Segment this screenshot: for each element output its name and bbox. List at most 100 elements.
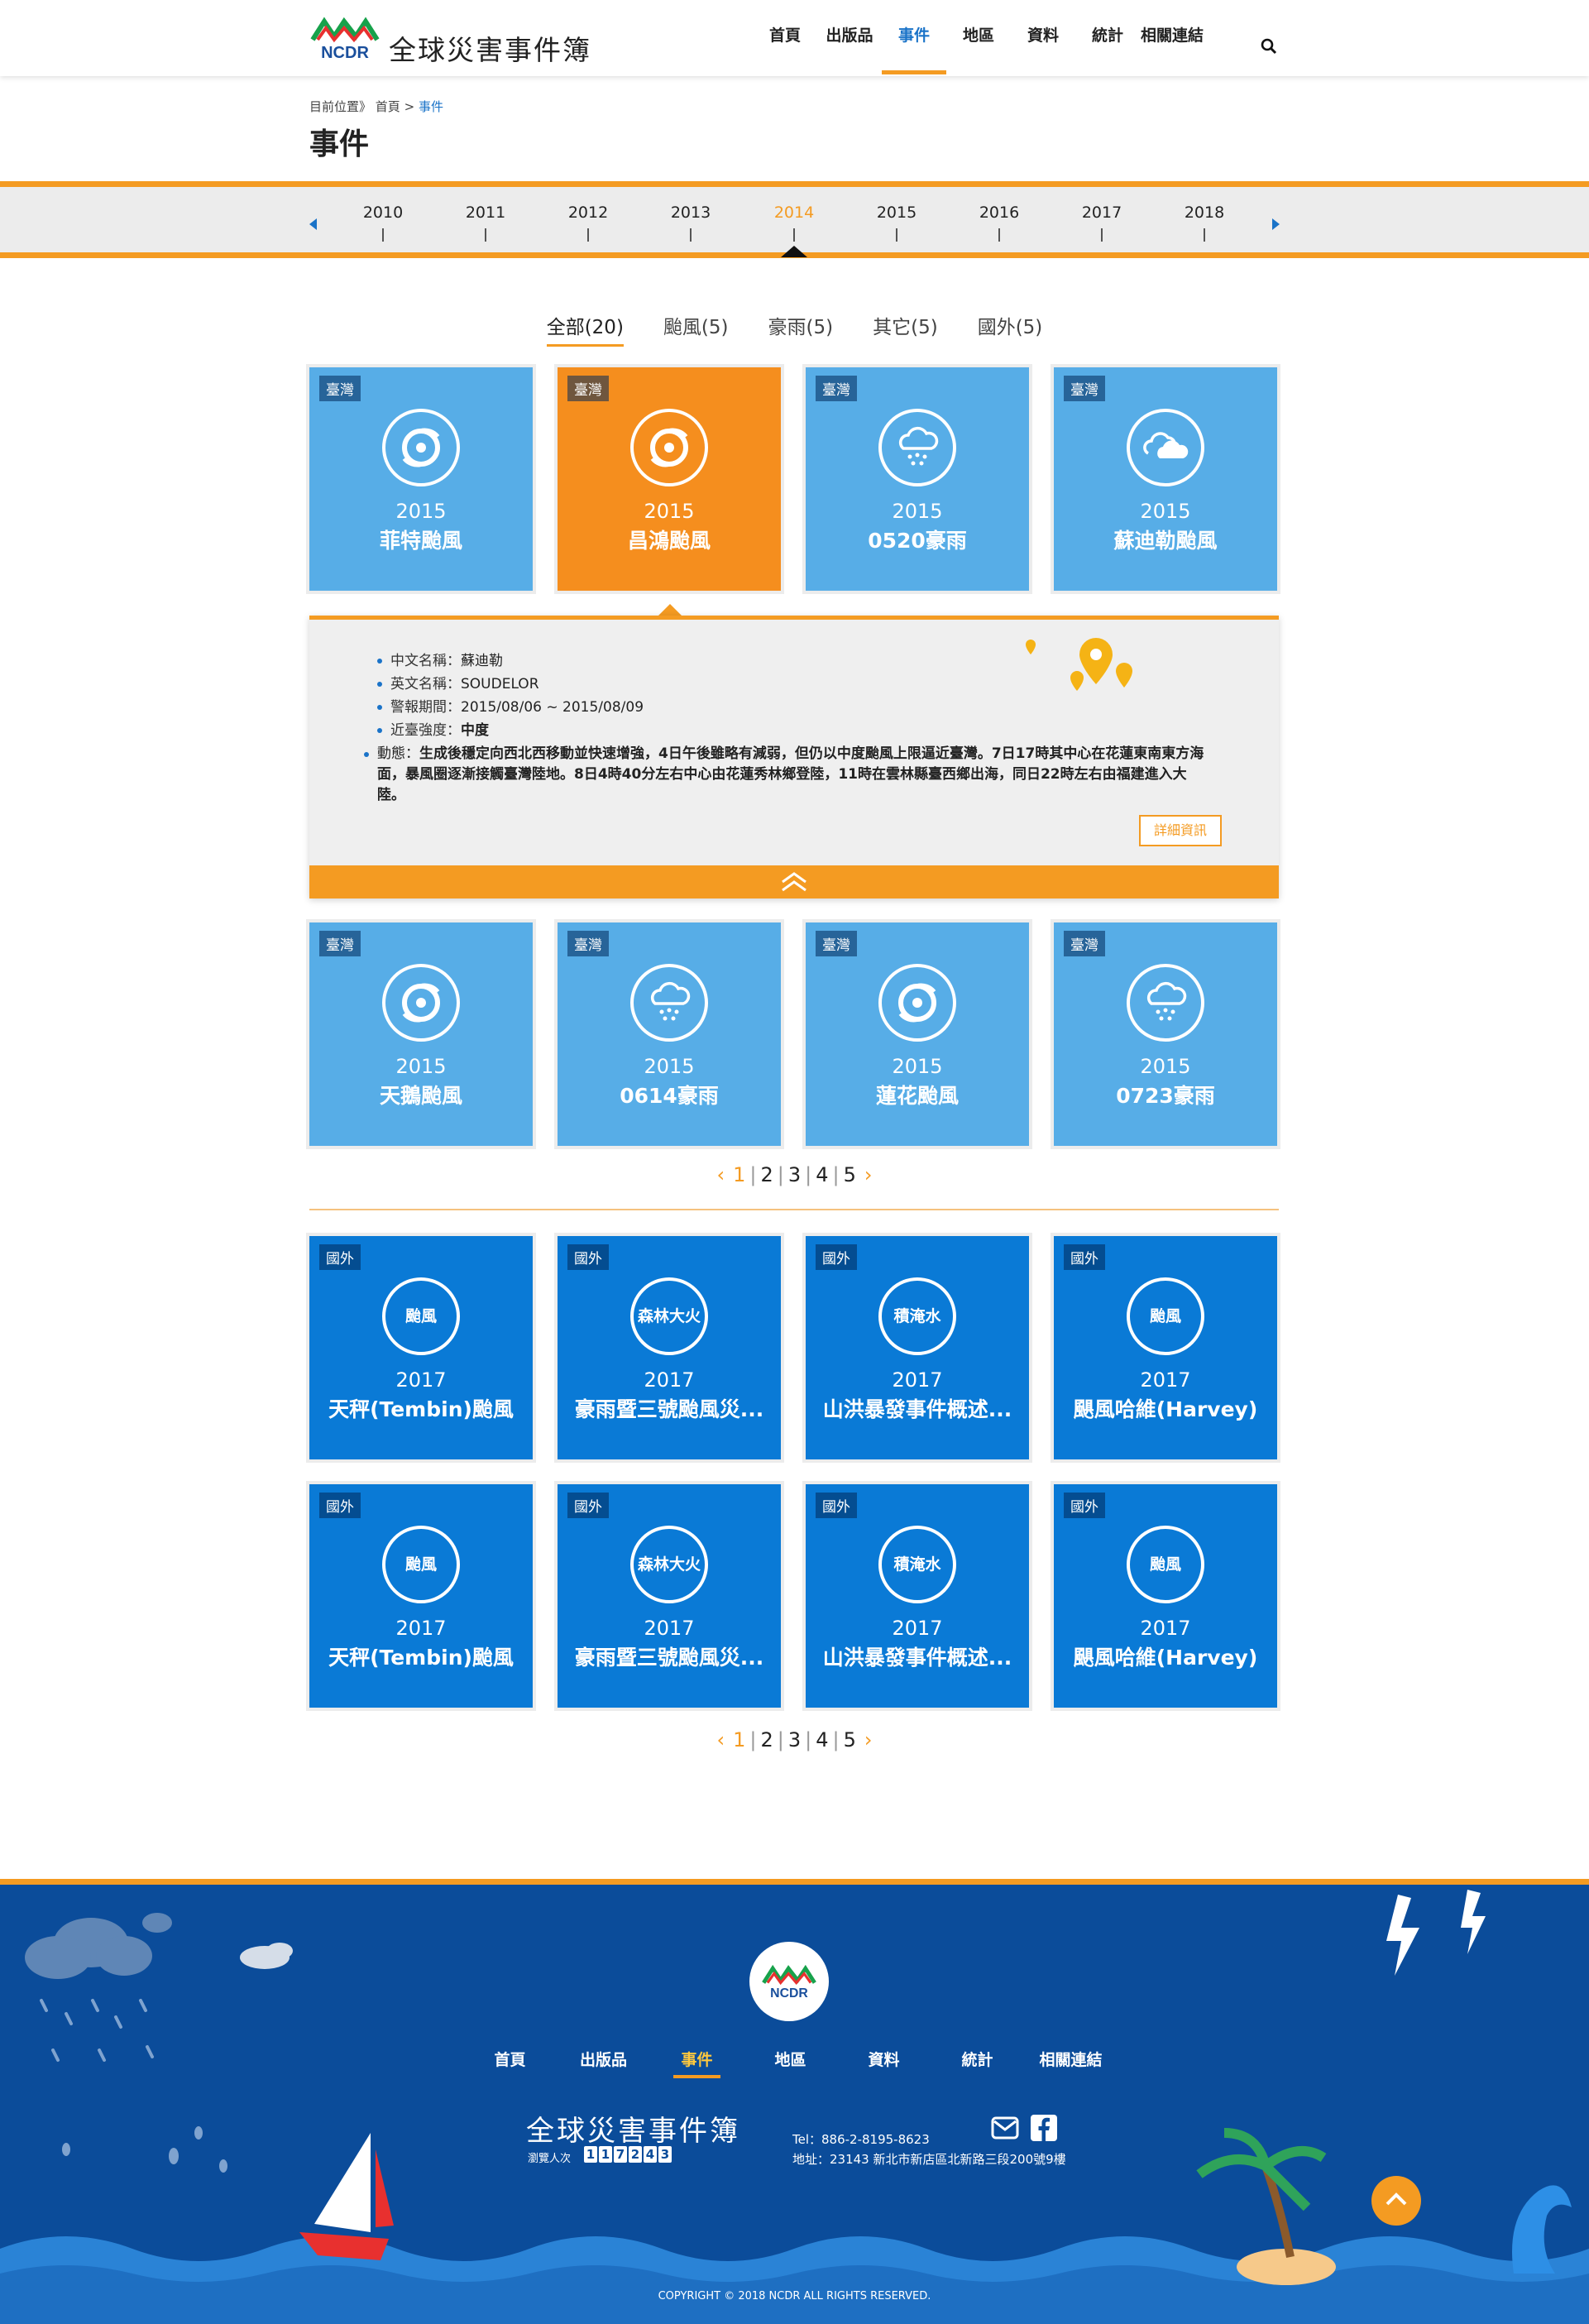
- timeline-year-2016[interactable]: 2016: [958, 204, 1041, 222]
- event-name: 昌鴻颱風: [627, 529, 711, 553]
- bullet-icon: [377, 728, 382, 733]
- breadcrumb-home[interactable]: 首頁: [376, 99, 400, 114]
- foreign-event-card[interactable]: 國外 颱風 2017 颶風哈維(Harvey): [1054, 1484, 1277, 1708]
- pager-page[interactable]: 1: [733, 1163, 745, 1186]
- region-tag: 臺灣: [1064, 931, 1105, 956]
- event-year: 2015: [1140, 500, 1191, 523]
- event-card-selected[interactable]: 臺灣 2015 昌鴻颱風: [558, 367, 781, 591]
- event-card[interactable]: 臺灣 2015 0614豪雨: [558, 922, 781, 1146]
- pager-prev-icon[interactable]: ‹: [717, 1163, 725, 1186]
- tab-other[interactable]: 其它(5): [873, 311, 938, 347]
- event-card[interactable]: 臺灣 2015 0520豪雨: [806, 367, 1029, 591]
- nav-home[interactable]: 首頁: [753, 0, 817, 76]
- event-name: 蓮花颱風: [875, 1084, 959, 1108]
- footer-nav-links[interactable]: 相關連結: [1024, 2048, 1118, 2078]
- foreign-event-card[interactable]: 國外 積淹水 2017 山洪暴發事件概述...: [806, 1484, 1029, 1708]
- event-year: 2017: [1140, 1368, 1191, 1392]
- timeline-year-2018[interactable]: 2018: [1163, 204, 1246, 222]
- timeline-year-2010[interactable]: 2010: [342, 204, 424, 222]
- collapse-button[interactable]: [309, 865, 1279, 898]
- tab-foreign[interactable]: 國外(5): [978, 311, 1043, 347]
- breadcrumb-here: 目前位置》: [309, 99, 372, 114]
- region-tag: 臺灣: [567, 376, 609, 401]
- ncdr-logo[interactable]: NCDR: [309, 15, 380, 61]
- back-to-top-button[interactable]: [1371, 2176, 1421, 2226]
- event-card[interactable]: 臺灣 2015 蘇迪勒颱風: [1054, 367, 1277, 591]
- timeline-prev-icon[interactable]: [309, 218, 317, 230]
- nav-publications[interactable]: 出版品: [817, 0, 882, 76]
- timeline-year-2014[interactable]: 2014: [753, 204, 835, 222]
- event-card[interactable]: 臺灣 2015 天鵝颱風: [309, 922, 533, 1146]
- timeline-year-2011[interactable]: 2011: [444, 204, 527, 222]
- timeline-year-2013[interactable]: 2013: [649, 204, 732, 222]
- timeline-year-2015[interactable]: 2015: [855, 204, 938, 222]
- event-type-label: 積淹水: [893, 1307, 941, 1325]
- pager-page[interactable]: 4: [816, 1728, 828, 1751]
- event-year: 2017: [892, 1617, 943, 1640]
- category-tabs: 全部(20) 颱風(5) 豪雨(5) 其它(5) 國外(5): [0, 311, 1589, 347]
- pager-page[interactable]: 3: [788, 1728, 801, 1751]
- event-card[interactable]: 臺灣 2015 0723豪雨: [1054, 922, 1277, 1146]
- region-tag: 臺灣: [567, 931, 609, 956]
- event-card[interactable]: 臺灣 2015 菲特颱風: [309, 367, 533, 591]
- footer-nav-statistics[interactable]: 統計: [931, 2048, 1024, 2078]
- foreign-event-card[interactable]: 國外 颱風 2017 天秤(Tembin)颱風: [309, 1236, 533, 1459]
- pager-page[interactable]: 5: [844, 1163, 856, 1186]
- foreign-event-card[interactable]: 國外 颱風 2017 颶風哈維(Harvey): [1054, 1236, 1277, 1459]
- typhoon-icon: [402, 983, 440, 1023]
- nav-statistics[interactable]: 統計: [1075, 0, 1140, 76]
- counter-digit: 2: [629, 2146, 642, 2163]
- tab-typhoon[interactable]: 颱風(5): [663, 311, 729, 347]
- tab-heavy-rain[interactable]: 豪雨(5): [768, 311, 834, 347]
- detail-description: 生成後穩定向西北西移動並快速增強，4日午後雖略有減弱，但仍以中度颱風上限逼近臺灣…: [377, 745, 1204, 803]
- pager-page[interactable]: 1: [733, 1728, 745, 1751]
- timeline-next-icon[interactable]: [1272, 218, 1280, 230]
- timeline-tick: [485, 228, 486, 242]
- map-pin-icon: [1026, 638, 1132, 691]
- pager-page[interactable]: 3: [788, 1163, 801, 1186]
- event-year: 2015: [395, 500, 447, 523]
- pager-prev-icon[interactable]: ‹: [717, 1728, 725, 1751]
- region-tag: 國外: [567, 1244, 609, 1270]
- nav-links[interactable]: 相關連結: [1140, 0, 1204, 76]
- pager-next-icon[interactable]: ›: [864, 1163, 873, 1186]
- more-info-button[interactable]: 詳細資訊: [1139, 815, 1222, 846]
- footer-nav-regions[interactable]: 地區: [744, 2048, 837, 2078]
- tab-all[interactable]: 全部(20): [546, 311, 624, 347]
- foreign-event-card[interactable]: 國外 颱風 2017 天秤(Tembin)颱風: [309, 1484, 533, 1708]
- event-type-label: 颱風: [404, 1307, 437, 1325]
- timeline-tick: [793, 228, 795, 242]
- nav-regions[interactable]: 地區: [946, 0, 1011, 76]
- mail-icon[interactable]: [991, 2116, 1019, 2140]
- nav-data[interactable]: 資料: [1011, 0, 1075, 76]
- pager-page[interactable]: 2: [760, 1728, 773, 1751]
- footer-nav-data[interactable]: 資料: [837, 2048, 931, 2078]
- pager-page[interactable]: 5: [844, 1728, 856, 1751]
- footer-nav-home[interactable]: 首頁: [463, 2048, 557, 2078]
- counter-digit: 1: [599, 2146, 612, 2163]
- event-card[interactable]: 臺灣 2015 蓮花颱風: [806, 922, 1029, 1146]
- search-icon[interactable]: [1261, 38, 1277, 55]
- pager-page[interactable]: 4: [816, 1163, 828, 1186]
- foreign-event-card[interactable]: 國外 森林大火 2017 豪雨暨三號颱風災...: [558, 1484, 781, 1708]
- foreign-event-card[interactable]: 國外 積淹水 2017 山洪暴發事件概述...: [806, 1236, 1029, 1459]
- pager-next-icon[interactable]: ›: [864, 1728, 873, 1751]
- timeline-year-2017[interactable]: 2017: [1060, 204, 1143, 222]
- site-header: NCDR 全球災害事件簿 首頁 出版品 事件 地區 資料 統計 相關連結: [0, 0, 1589, 76]
- typhoon-icon: [402, 428, 440, 467]
- foreign-event-card[interactable]: 國外 森林大火 2017 豪雨暨三號颱風災...: [558, 1236, 781, 1459]
- rain-cloud-icon: [898, 426, 939, 466]
- site-title[interactable]: 全球災害事件簿: [389, 28, 591, 68]
- detail-strength: 中度: [461, 722, 489, 739]
- pager-page[interactable]: 2: [760, 1163, 773, 1186]
- event-year: 2015: [395, 1055, 447, 1078]
- timeline-year-2012[interactable]: 2012: [547, 204, 629, 222]
- footer-nav-publications[interactable]: 出版品: [557, 2048, 650, 2078]
- nav-events[interactable]: 事件: [882, 0, 946, 76]
- event-name: 天秤(Tembin)颱風: [328, 1397, 514, 1421]
- footer-nav-events[interactable]: 事件: [650, 2048, 744, 2078]
- ncdr-logo: NCDR: [762, 1964, 816, 2001]
- footer-logo-badge[interactable]: NCDR: [749, 1942, 829, 2021]
- facebook-icon[interactable]: [1031, 2115, 1057, 2141]
- detail-en-name: SOUDELOR: [461, 676, 539, 692]
